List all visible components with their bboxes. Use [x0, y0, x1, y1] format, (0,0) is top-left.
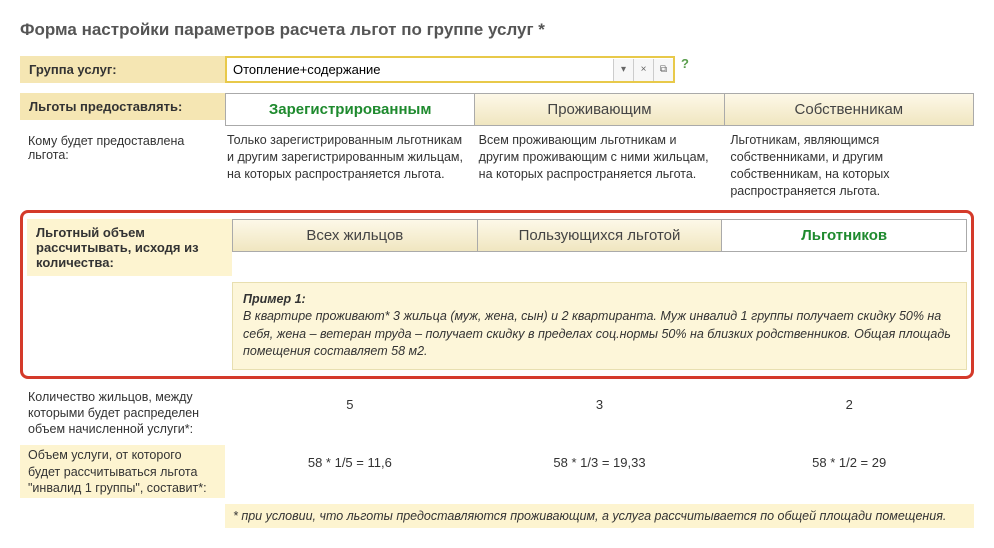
group-field: ▾ × ⧉: [225, 56, 675, 83]
calc-vol-2: 58 * 1/3 = 19,33: [475, 445, 725, 480]
footnote: * при условии, что льготы предоставляютс…: [225, 504, 974, 528]
open-button[interactable]: ⧉: [653, 59, 673, 81]
clear-button[interactable]: ×: [633, 59, 653, 81]
highlighted-section: Льготный объем рассчитывать, исходя из к…: [20, 210, 974, 379]
group-label: Группа услуг:: [20, 56, 225, 83]
provide-to-options: Зарегистрированным Проживающим Собственн…: [225, 93, 974, 126]
calc-count-1: 5: [225, 387, 475, 422]
volume-row: Льготный объем рассчитывать, исходя из к…: [27, 219, 967, 276]
close-icon: ×: [641, 64, 647, 75]
open-icon: ⧉: [660, 64, 667, 75]
group-row: Группа услуг: ▾ × ⧉ ?: [20, 56, 974, 83]
volume-options: Всех жильцов Пользующихся льготой Льготн…: [232, 219, 967, 252]
option-owners[interactable]: Собственникам: [724, 93, 974, 126]
option-benefit-users[interactable]: Пользующихся льготой: [477, 219, 723, 252]
desc-owners: Льготникам, являющимся собственниками, и…: [728, 132, 974, 200]
calc-count-row: Количество жильцов, между которыми будет…: [20, 387, 974, 440]
option-registered[interactable]: Зарегистрированным: [225, 93, 475, 126]
chevron-down-icon: ▾: [621, 64, 626, 75]
provide-to-desc-row: Кому будет предоставлена льгота: Только …: [20, 132, 974, 200]
example-box: Пример 1: В квартире проживают* 3 жильца…: [232, 282, 967, 370]
calc-count-3: 2: [724, 387, 974, 422]
provide-to-row: Льготы предоставлять: Зарегистрированным…: [20, 93, 974, 126]
calc-volume-label: Объем услуги, от которого будет рассчиты…: [20, 445, 225, 498]
calc-vol-3: 58 * 1/2 = 29: [724, 445, 974, 480]
option-living[interactable]: Проживающим: [474, 93, 724, 126]
help-icon[interactable]: ?: [681, 56, 689, 71]
desc-living: Всем проживающим льготникам и другим про…: [477, 132, 723, 200]
example-text: В квартире проживают* 3 жильца (муж, жен…: [243, 309, 951, 358]
calc-count-label: Количество жильцов, между которыми будет…: [20, 387, 225, 440]
option-all-residents[interactable]: Всех жильцов: [232, 219, 478, 252]
page-title: Форма настройки параметров расчета льгот…: [20, 20, 974, 40]
desc-registered: Только зарегистрированным льготникам и д…: [225, 132, 471, 200]
calc-vol-1: 58 * 1/5 = 11,6: [225, 445, 475, 480]
provide-to-label: Льготы предоставлять:: [20, 93, 225, 120]
group-input[interactable]: [227, 58, 613, 81]
volume-label: Льготный объем рассчитывать, исходя из к…: [27, 219, 232, 276]
calc-volume-row: Объем услуги, от которого будет рассчиты…: [20, 445, 974, 498]
option-beneficiaries[interactable]: Льготников: [721, 219, 967, 252]
example-title: Пример 1:: [243, 292, 306, 306]
calc-count-2: 3: [475, 387, 725, 422]
dropdown-button[interactable]: ▾: [613, 59, 633, 81]
provide-to-desc-label: Кому будет предоставлена льгота:: [20, 132, 225, 164]
